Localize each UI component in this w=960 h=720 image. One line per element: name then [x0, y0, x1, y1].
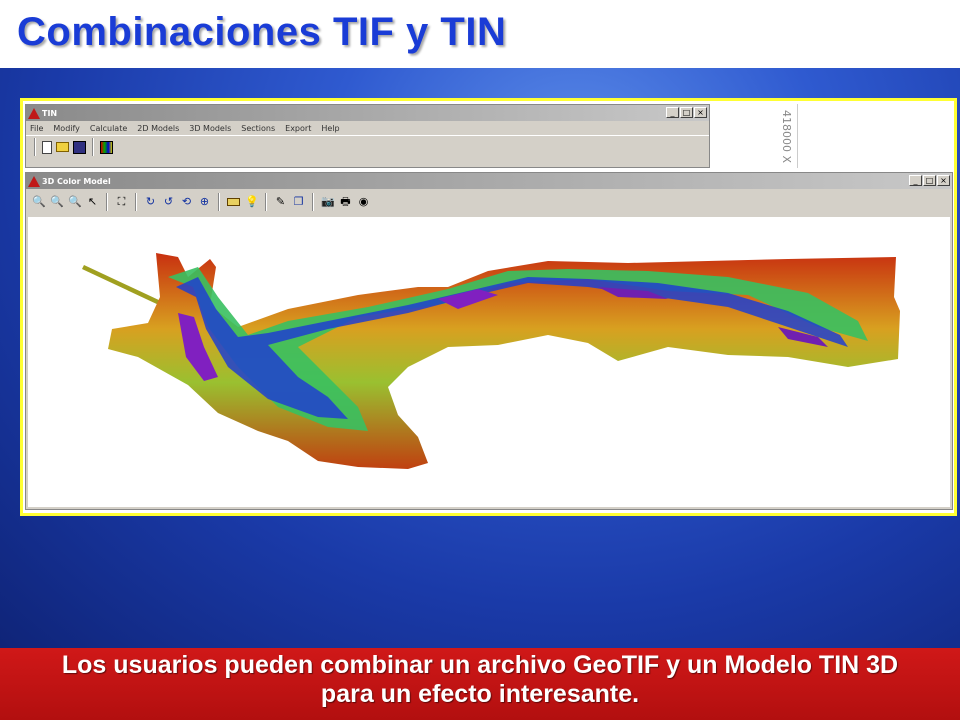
- rotate-x-icon[interactable]: ↻: [144, 196, 157, 209]
- fit-extent-icon[interactable]: ⛶: [115, 196, 128, 209]
- app-triangle-icon: [28, 175, 40, 187]
- coordinate-label: 418000 X: [780, 110, 793, 164]
- paint-icon[interactable]: ✎: [274, 196, 287, 209]
- toolbar-separator: [34, 138, 36, 156]
- minimize-button[interactable]: _: [909, 175, 922, 186]
- color-model-titlebar[interactable]: 3D Color Model _ □ ×: [26, 173, 952, 189]
- toolbar-separator: [92, 138, 94, 156]
- slide-caption: Los usuarios pueden combinar un archivo …: [61, 651, 899, 708]
- maximize-button[interactable]: □: [680, 107, 693, 118]
- terrain-model-image: [82, 253, 900, 469]
- coordinate-panel: [710, 104, 954, 168]
- toolbar-separator: [106, 193, 108, 211]
- menu-file[interactable]: File: [30, 124, 43, 133]
- rotate-z-icon[interactable]: ⟲: [180, 196, 193, 209]
- new-file-icon[interactable]: [42, 140, 52, 154]
- print-icon[interactable]: 🖶: [339, 196, 352, 209]
- menu-3d-models[interactable]: 3D Models: [189, 124, 231, 133]
- globe-icon[interactable]: ◉: [357, 196, 370, 209]
- menu-sections[interactable]: Sections: [241, 124, 275, 133]
- close-button[interactable]: ×: [694, 107, 707, 118]
- zoom-out-icon[interactable]: 🔍: [50, 196, 64, 209]
- color-model-window: 3D Color Model _ □ × 🔍 🔍 🔍 ↖ ⛶ ↻ ↺ ⟲ ⊕ 💡…: [25, 172, 953, 510]
- maximize-button[interactable]: □: [923, 175, 936, 186]
- menu-export[interactable]: Export: [285, 124, 311, 133]
- layers-icon[interactable]: ❐: [292, 196, 305, 209]
- zoom-in-icon[interactable]: 🔍: [32, 196, 46, 209]
- tin-window: TIN _ □ × File Modify Calculate 2D Model…: [25, 104, 710, 168]
- minimize-button[interactable]: _: [666, 107, 679, 118]
- rotate-y-icon[interactable]: ↺: [162, 196, 175, 209]
- app-triangle-icon: [28, 107, 40, 119]
- main-toolbar: [26, 135, 709, 158]
- pointer-icon[interactable]: ↖: [86, 196, 99, 209]
- save-icon[interactable]: [73, 140, 86, 154]
- camera-icon[interactable]: 📷: [321, 196, 335, 209]
- open-folder-icon[interactable]: [56, 142, 69, 152]
- coordinate-divider: [797, 104, 798, 168]
- close-button[interactable]: ×: [937, 175, 950, 186]
- color-grid-icon[interactable]: [100, 140, 113, 154]
- bulb-icon[interactable]: 💡: [245, 196, 259, 209]
- menubar: File Modify Calculate 2D Models 3D Model…: [26, 121, 709, 135]
- slide-title: Combinaciones TIF y TIN: [17, 10, 507, 54]
- light-icon[interactable]: [227, 198, 240, 206]
- tin-window-titlebar[interactable]: TIN _ □ ×: [26, 105, 709, 121]
- menu-help[interactable]: Help: [321, 124, 339, 133]
- slide-header: Combinaciones TIF y TIN: [0, 0, 960, 68]
- color-model-title: 3D Color Model: [42, 176, 111, 186]
- terrain-viewport[interactable]: [28, 217, 950, 507]
- menu-calculate[interactable]: Calculate: [90, 124, 127, 133]
- toolbar-separator: [135, 193, 137, 211]
- zoom-window-icon[interactable]: 🔍: [68, 196, 82, 209]
- menu-modify[interactable]: Modify: [53, 124, 80, 133]
- pan-icon[interactable]: ⊕: [198, 196, 211, 209]
- toolbar-separator: [218, 193, 220, 211]
- tin-window-title: TIN: [42, 108, 58, 118]
- toolbar-separator: [312, 193, 314, 211]
- model-toolbar: 🔍 🔍 🔍 ↖ ⛶ ↻ ↺ ⟲ ⊕ 💡 ✎ ❐ 📷 🖶 ◉: [26, 189, 952, 215]
- toolbar-separator: [265, 193, 267, 211]
- menu-2d-models[interactable]: 2D Models: [137, 124, 179, 133]
